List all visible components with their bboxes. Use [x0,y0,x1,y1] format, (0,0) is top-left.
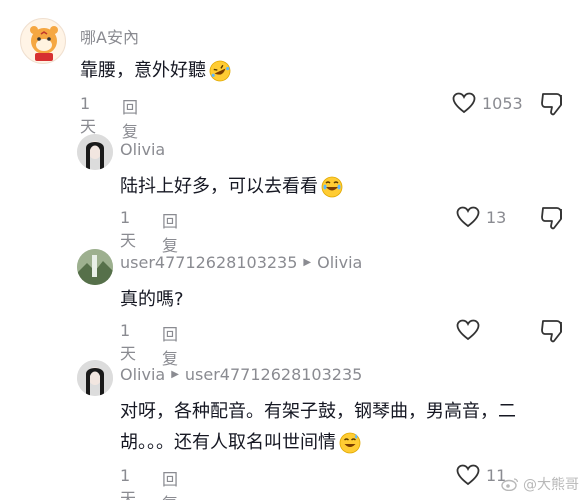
comment-text-line-1: 对呀，各种配音。有架子鼓，钢琴曲，男高音，二 [120,401,516,422]
reply-arrow-icon: ▶ [171,369,179,380]
heart-icon [456,206,480,228]
comment-text-content: 胡。。。还有人取名叫世间情 [120,432,336,453]
reply-button[interactable]: 回复 [162,321,178,369]
like-button[interactable] [456,319,486,341]
reply-to-name[interactable]: Olivia [317,253,362,272]
landscape-avatar-icon [77,249,113,285]
comment-meta: 1天 回复 [120,466,178,500]
like-button[interactable]: 11 [456,464,506,486]
watermark-text: @大熊哥 [523,477,579,493]
author-name[interactable]: Olivia [120,365,165,384]
tiger-avatar-icon [30,26,58,61]
dislike-icon[interactable] [540,92,566,116]
comment-text-content: 陆抖上好多，可以去看看 [120,176,318,197]
comment-meta: 1天 回复 [120,321,178,369]
comment-meta: 1天 回复 [120,208,178,256]
avatar-tiger[interactable] [20,18,66,64]
heart-icon [456,464,480,486]
heart-icon [452,92,476,114]
reply-arrow-icon: ▶ [303,257,312,268]
heart-icon [456,319,480,341]
comment-text-line-2: 胡。。。还有人取名叫世间情 [120,426,362,459]
joy-emoji-icon [321,176,343,198]
dislike-icon[interactable] [540,206,566,230]
reply-to-name[interactable]: user47712628103235 [185,365,362,384]
like-button[interactable]: 1053 [452,92,523,114]
comment-author: Olivia ▶ user47712628103235 [120,365,362,384]
dislike-icon[interactable] [540,319,566,343]
comment-time: 1天 [120,321,137,363]
comment-author[interactable]: Olivia [120,140,165,159]
comment-text: 陆抖上好多，可以去看看 [120,170,344,203]
rofl-emoji-icon [209,60,231,82]
like-count: 1053 [482,93,523,113]
comment-text-content: 靠腰，意外好聽 [80,60,206,81]
reply-button[interactable]: 回复 [122,94,138,142]
avatar-olivia[interactable] [77,360,113,396]
sweat-smile-emoji-icon [339,432,361,454]
watermark: @大熊哥 [501,474,579,494]
like-count: 13 [486,207,507,227]
author-name[interactable]: user47712628103235 [120,253,297,272]
avatar-olivia[interactable] [77,134,113,170]
person-avatar-icon [77,134,113,170]
like-button[interactable]: 13 [456,206,506,228]
comment-time: 1天 [120,466,137,500]
avatar-user[interactable] [77,249,113,285]
comment-text: 真的嗎? [120,289,184,310]
comment-author: user47712628103235 ▶ Olivia [120,253,362,272]
reply-button[interactable]: 回复 [162,466,178,500]
reply-button[interactable]: 回复 [162,208,178,256]
comment-time: 1天 [120,208,137,250]
comment-author[interactable]: 哪A安內 [80,24,139,48]
person-avatar-icon [77,360,113,396]
weibo-logo-icon [501,478,519,491]
comment-text: 靠腰，意外好聽 [80,54,232,87]
